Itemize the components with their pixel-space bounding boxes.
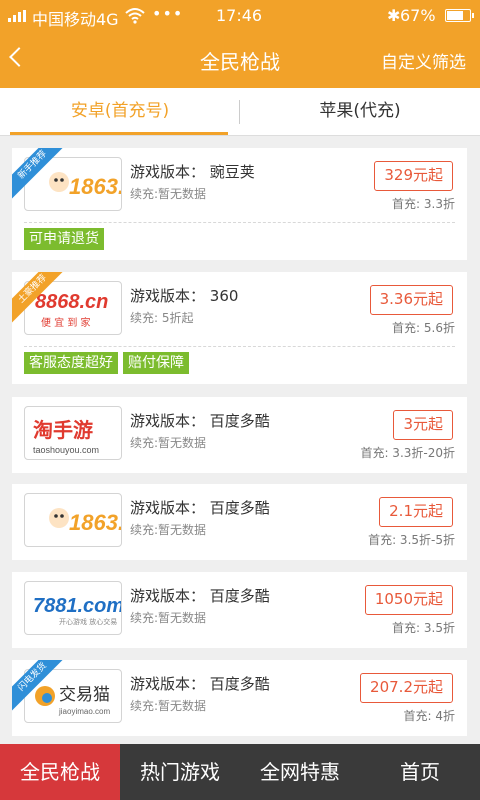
game-version: 游戏版本： 360: [130, 287, 239, 305]
divider: [24, 346, 455, 347]
tag: 客服态度超好: [24, 352, 118, 374]
recharge-info: 续充:暂无数据: [130, 436, 207, 450]
first-charge-discount: 首充: 3.5折-5折: [368, 533, 455, 547]
list-item[interactable]: 7881.com 开心游戏 放心交易 游戏版本： 百度多酷 续充:暂无数据 10…: [12, 572, 467, 648]
logo-subtext: jiaoyimao.com: [58, 707, 110, 716]
recharge-info: 续充:暂无数据: [130, 523, 207, 537]
price-button[interactable]: 329元起: [374, 161, 453, 191]
tab-android[interactable]: 安卓(首充号): [0, 88, 240, 135]
bottom-tab-deals[interactable]: 全网特惠: [240, 744, 360, 800]
divider: [24, 222, 455, 223]
game-version: 游戏版本： 百度多酷: [130, 412, 270, 430]
list-item[interactable]: 1863.cn 游戏版本： 百度多酷 续充:暂无数据 2.1元起 首充: 3.5…: [12, 484, 467, 560]
recharge-info: 续充:暂无数据: [130, 699, 207, 713]
first-charge-discount: 首充: 4折: [403, 709, 456, 723]
logo-text: 交易猫: [59, 685, 110, 705]
recharge-info: 续充: 5折起: [130, 311, 194, 325]
logo: 淘手游 taoshouyou.com: [24, 406, 122, 460]
logo-text: 1863.cn: [69, 510, 122, 535]
price-button[interactable]: 2.1元起: [379, 497, 453, 527]
first-charge-discount: 首充: 3.5折: [392, 621, 455, 635]
price-button[interactable]: 3.36元起: [369, 285, 453, 315]
bottom-tab-hot-games[interactable]: 热门游戏: [120, 744, 240, 800]
tab-ios[interactable]: 苹果(代充): [240, 88, 480, 135]
battery-percent: 67%: [400, 6, 436, 25]
tag-list: 客服态度超好 赔付保障: [24, 352, 194, 374]
game-version: 游戏版本： 百度多酷: [130, 675, 270, 693]
bottom-tab-bar: 全民枪战 热门游戏 全网特惠 首页: [0, 744, 480, 800]
game-version: 游戏版本： 豌豆荚: [130, 163, 255, 181]
more-dots: •••: [152, 4, 184, 23]
tag: 赔付保障: [123, 352, 189, 374]
list-item[interactable]: 淘手游 taoshouyou.com 游戏版本： 百度多酷 续充:暂无数据 3元…: [12, 397, 467, 473]
recharge-info: 续充:暂无数据: [130, 611, 207, 625]
battery-icon: [445, 9, 474, 22]
clock: 17:46: [216, 6, 263, 25]
list-item[interactable]: 交易猫 jiaoyimao.com 闪电发货 游戏版本： 百度多酷 续充:暂无数…: [12, 660, 467, 736]
tag-list: 可申请退货: [24, 228, 109, 250]
logo: 7881.com 开心游戏 放心交易: [24, 581, 122, 635]
first-charge-discount: 首充: 3.3折-20折: [360, 446, 455, 460]
price-button[interactable]: 207.2元起: [360, 673, 453, 703]
tag: 可申请退货: [24, 228, 104, 250]
price-button[interactable]: 1050元起: [364, 585, 453, 615]
carrier-label: 中国移动4G: [32, 10, 119, 29]
bottom-tab-game[interactable]: 全民枪战: [0, 744, 120, 800]
logo-text: 7881.com: [33, 595, 122, 617]
logo-subtext: 开心游戏 放心交易: [59, 617, 117, 626]
status-bar: 中国移动4G ••• 17:46 ✱ 67%: [0, 0, 480, 30]
bottom-tab-home[interactable]: 首页: [360, 744, 480, 800]
logo-text: 8868.cn: [35, 291, 108, 313]
custom-filter-button[interactable]: 自定义筛选: [381, 48, 466, 73]
list-item[interactable]: 1863.cn 新手推荐 游戏版本： 豌豆荚 续充:暂无数据 329元起 首充:…: [12, 148, 467, 260]
list-item[interactable]: 8868.cn 便 宜 到 家 土豪推荐 游戏版本： 360 续充: 5折起 3…: [12, 272, 467, 384]
signal-icon: [8, 10, 28, 22]
logo-subtext: 便 宜 到 家: [41, 316, 91, 329]
game-version: 游戏版本： 百度多酷: [130, 587, 270, 605]
first-charge-discount: 首充: 3.3折: [392, 197, 455, 211]
recharge-info: 续充:暂无数据: [130, 187, 207, 201]
wifi-icon: [124, 6, 146, 28]
game-version: 游戏版本： 百度多酷: [130, 499, 270, 517]
price-button[interactable]: 3元起: [393, 410, 453, 440]
nav-bar: 全民枪战 自定义筛选: [0, 30, 480, 88]
first-charge-discount: 首充: 5.6折: [392, 321, 455, 335]
logo: 1863.cn: [24, 493, 122, 547]
logo-text: 淘手游: [33, 418, 93, 442]
logo-subtext: taoshouyou.com: [33, 445, 99, 455]
logo-text: 1863.cn: [69, 174, 122, 199]
bluetooth-icon: ✱: [387, 6, 401, 25]
platform-tabs: 安卓(首充号) 苹果(代充): [0, 88, 480, 136]
